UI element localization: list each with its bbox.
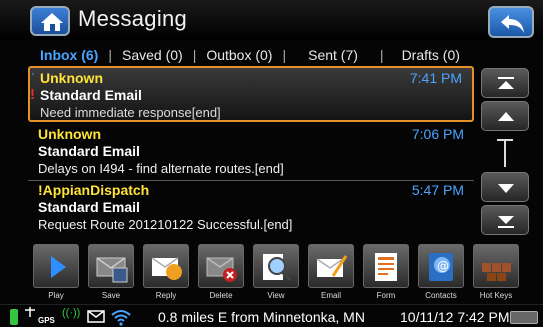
message-preview: Request Route 201210122 Successful.[end]	[38, 217, 293, 232]
signal-icon: ((·))	[62, 307, 81, 319]
scroll-up-icon	[498, 112, 514, 121]
home-button[interactable]	[30, 6, 70, 36]
delete-icon	[206, 257, 237, 282]
scroll-track[interactable]	[504, 139, 506, 167]
message-preview: Delays on I494 - find alternate routes.[…	[38, 161, 284, 176]
alert-marker: !	[30, 86, 35, 103]
save-button[interactable]: Save	[87, 242, 135, 304]
tab-divider: |	[192, 47, 197, 63]
date-time: 10/11/12 7:42 PM	[400, 309, 510, 325]
email-button[interactable]: Email	[307, 242, 355, 304]
wifi-icon	[111, 310, 131, 326]
message-time: 7:41 PM	[409, 70, 462, 86]
message-sender: Unknown	[40, 70, 103, 86]
form-label: Form	[376, 291, 396, 300]
view-icon	[263, 254, 292, 282]
scroll-up-button[interactable]	[481, 101, 529, 131]
title-bar: Messaging	[0, 0, 543, 40]
app-title: Messaging	[78, 6, 188, 31]
view-button[interactable]: View	[252, 242, 300, 304]
scroll-to-bottom-icon	[498, 216, 514, 228]
location-text: 0.8 miles E from Minnetonka, MN	[158, 309, 365, 325]
message-row[interactable]: ' ! Unknown 7:41 PM Standard Email Need …	[28, 66, 474, 122]
message-sender: !AppianDispatch	[38, 182, 150, 198]
contacts-button[interactable]: @ Contacts	[417, 242, 465, 304]
message-time: 7:06 PM	[411, 126, 464, 142]
contacts-icon: @	[429, 253, 453, 281]
delete-label: Delete	[209, 291, 233, 300]
form-button[interactable]: Form	[362, 242, 410, 304]
message-list: ' ! Unknown 7:41 PM Standard Email Need …	[28, 66, 474, 238]
message-type: Standard Email	[40, 87, 142, 103]
message-preview: Need immediate response[end]	[40, 105, 221, 120]
status-bar: GPS ((·)) 0.8 miles E from Minnetonka, M…	[0, 304, 543, 327]
hot-keys-icon	[482, 263, 511, 281]
scroll-bottom-button[interactable]	[481, 205, 529, 235]
tab-saved[interactable]: Saved (0)	[116, 47, 189, 63]
home-icon	[41, 13, 63, 31]
battery-icon	[10, 309, 18, 325]
email-icon	[316, 255, 348, 277]
tab-drafts[interactable]: Drafts (0)	[388, 47, 466, 63]
save-icon	[96, 257, 128, 283]
delete-button[interactable]: Delete	[197, 242, 245, 304]
contacts-tile: @	[418, 244, 464, 288]
tab-outbox[interactable]: Outbox (0)	[200, 47, 278, 63]
form-icon	[375, 253, 397, 281]
back-button[interactable]	[488, 6, 534, 38]
hot-keys-tile	[473, 244, 519, 288]
message-type: Standard Email	[38, 143, 140, 159]
email-label: Email	[320, 291, 341, 300]
tab-divider: |	[108, 47, 112, 63]
back-arrow-icon	[501, 15, 524, 33]
save-label: Save	[101, 291, 121, 300]
scroll-top-button[interactable]	[481, 68, 529, 98]
view-tile	[253, 244, 299, 288]
mail-icon	[87, 310, 105, 323]
scroll-down-icon	[498, 184, 514, 193]
tab-divider: |	[379, 47, 384, 63]
reply-label: Reply	[155, 291, 177, 300]
message-row[interactable]: Unknown 7:06 PM Standard Email Delays on…	[28, 124, 474, 180]
svg-text:@: @	[437, 259, 449, 273]
scroll-down-button[interactable]	[481, 172, 529, 202]
reply-tile	[143, 244, 189, 288]
delete-tile	[198, 244, 244, 288]
reply-icon	[151, 257, 182, 280]
messaging-screen: Messaging Inbox (6) | Saved (0) | Outbox…	[0, 0, 543, 327]
tab-sent[interactable]: Sent (7)	[290, 47, 376, 63]
hot-keys-label: Hot Keys	[479, 291, 513, 300]
message-type: Standard Email	[38, 199, 140, 215]
scroll-to-top-icon	[498, 77, 514, 89]
message-row[interactable]: !AppianDispatch 5:47 PM Standard Email R…	[28, 180, 474, 236]
view-label: View	[267, 291, 285, 300]
reply-button[interactable]: Reply	[142, 242, 190, 304]
play-icon	[51, 256, 66, 278]
keyboard-icon[interactable]	[510, 311, 538, 324]
save-tile	[88, 244, 134, 288]
form-tile	[363, 244, 409, 288]
message-sender: Unknown	[38, 126, 101, 142]
play-label: Play	[48, 291, 64, 300]
message-time: 5:47 PM	[411, 182, 464, 198]
gps-label: GPS	[38, 316, 55, 325]
play-button[interactable]: Play	[32, 242, 80, 304]
unread-marker: '	[32, 72, 34, 83]
play-tile	[33, 244, 79, 288]
contacts-label: Contacts	[425, 291, 457, 300]
folder-tabs: Inbox (6) | Saved (0) | Outbox (0) | Sen…	[0, 44, 543, 66]
tab-inbox[interactable]: Inbox (6)	[34, 47, 104, 63]
gps-antenna-icon	[25, 307, 35, 317]
tab-divider: |	[282, 47, 287, 63]
email-tile	[308, 244, 354, 288]
hot-keys-button[interactable]: Hot Keys	[472, 242, 520, 304]
action-toolbar: Play Save Reply Delete View Email Form @…	[30, 242, 530, 304]
